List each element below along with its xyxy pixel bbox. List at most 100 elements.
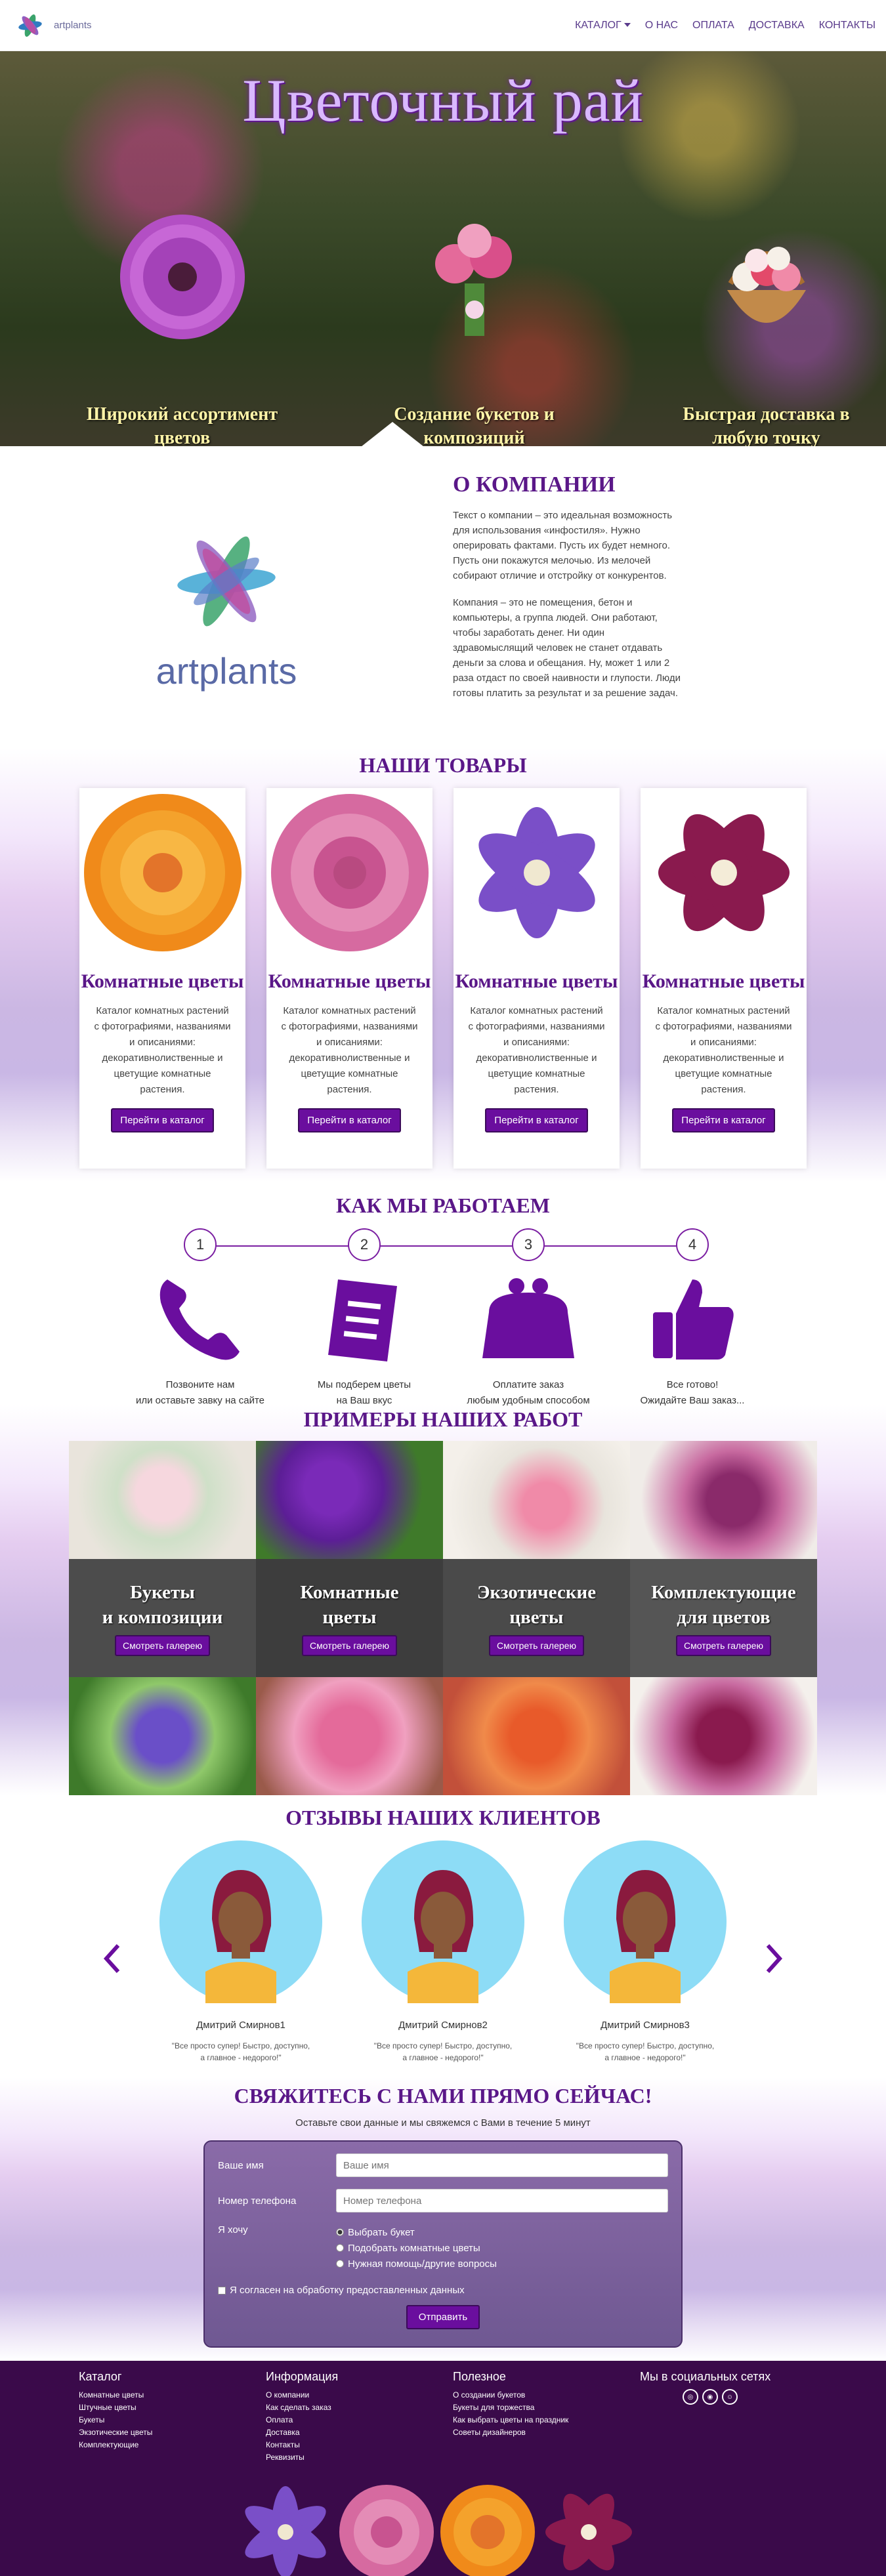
brand-logo[interactable]: artplants [11,7,92,44]
gallery-photo[interactable] [69,1441,256,1559]
footer-link[interactable]: Доставка [266,2426,453,2439]
gallery-photo[interactable] [630,1441,817,1559]
avatar [564,1840,727,2003]
gallery-photo[interactable] [443,1441,630,1559]
gallery-photo[interactable] [256,1677,443,1795]
social-icons: ◎ ◉ ☺ [683,2389,827,2405]
phone-input[interactable] [336,2189,668,2212]
footer-link[interactable]: Советы дизайнеров [453,2426,640,2439]
products-section: НАШИ ТОВАРЫ Комнатные цветы Каталог комн… [0,748,886,1182]
category-line: Комплектующие [651,1582,796,1603]
radio-checked[interactable] [336,2228,344,2236]
step: 1 Позвоните нам или оставьте завку на сай… [121,1228,279,1409]
top-navbar: artplants КАТАЛОГ О НАС ОПЛАТА ДОСТАВКА … [0,0,886,51]
view-gallery-button[interactable]: Смотреть галерею [302,1635,397,1656]
review-quote-line: а главное - недорого!" [604,2053,686,2062]
gallery-category: Комнатные цветы Смотреть галерею [256,1559,443,1677]
menu-contacts[interactable]: КОНТАКТЫ [819,20,875,31]
review-quote-line: а главное - недорого!" [200,2053,282,2062]
product-text: Каталог комнатных растений с фотографиям… [94,1005,231,1095]
footer-link[interactable]: Комнатные цветы [79,2389,266,2401]
radio[interactable] [336,2244,344,2252]
category-line: и композиции [102,1607,223,1628]
step-number: 2 [348,1228,381,1261]
phone-icon [159,1279,240,1360]
hero-title: Цветочный рай [242,67,644,134]
chevron-left-icon[interactable] [98,1939,125,1978]
product-card: Комнатные цветы Каталог комнатных растен… [641,788,807,1169]
gallery-photo[interactable] [443,1677,630,1795]
go-to-catalog-button[interactable]: Перейти в каталог [298,1108,401,1132]
footer-link[interactable]: Букеты [79,2414,266,2426]
footer-link[interactable]: Реквизиты [266,2451,453,2464]
view-gallery-button[interactable]: Смотреть галерею [489,1635,584,1656]
go-to-catalog-button[interactable]: Перейти в каталог [485,1108,588,1132]
footer-link[interactable]: Контакты [266,2439,453,2451]
footer-link[interactable]: Экзотические цветы [79,2426,266,2439]
gallery-photo[interactable] [630,1677,817,1795]
want-row: Я хочу Выбрать букет Подобрать комнатные… [218,2224,668,2272]
option-help[interactable]: Нужная помощь/другие вопросы [336,2256,497,2272]
gallery-photo[interactable] [256,1441,443,1559]
step: 3 Оплатите заказ любым удобным способом [450,1228,607,1409]
product-card: Комнатные цветы Каталог комнатных растен… [266,788,432,1169]
view-gallery-button[interactable]: Смотреть галерею [676,1635,771,1656]
agree-label: Я согласен на обработку предоставленных … [230,2285,465,2296]
step: 4 Все готово! Ожидайте Ваш заказ... [614,1228,771,1409]
footer-link[interactable]: Штучные цветы [79,2401,266,2414]
review-name: Дмитрий Смирнов1 [196,2020,285,2031]
option-label: Нужная помощь/другие вопросы [348,2258,497,2270]
footer-link[interactable]: Как выбрать цветы на праздник [453,2414,640,2426]
menu-catalog[interactable]: КАТАЛОГ [575,20,631,31]
chevron-down-icon [623,23,631,28]
category-line: цветы [509,1607,564,1628]
go-to-catalog-button[interactable]: Перейти в каталог [672,1108,775,1132]
footer-link[interactable]: Комплектующие [79,2439,266,2451]
how-title: КАК МЫ РАБОТАЕМ [336,1194,550,1217]
reviews-carousel: Дмитрий Смирнов1 "Все просто супер! Быст… [0,1840,886,2064]
purple-daisy-image [119,215,245,339]
step-text: Мы подберем цветы на Ваш вкус [285,1377,443,1409]
want-label: Я хочу [218,2224,248,2235]
products-list: Комнатные цветы Каталог комнатных растен… [0,788,886,1169]
gallery-category-title: Комнатные цветы [300,1580,398,1630]
step: 2 Мы подберем цветы на Ваш вкус [285,1228,443,1409]
review-quote-line: "Все просто супер! Быстро, доступно, [373,2041,513,2050]
footer-link[interactable]: Как сделать заказ [266,2401,453,2414]
footer-link[interactable]: Букеты для торжества [453,2401,640,2414]
view-gallery-button[interactable]: Смотреть галерею [115,1635,210,1656]
footer-link[interactable]: О компании [266,2389,453,2401]
purple-clematis-image [245,2486,326,2576]
gallery-section: ПРИМЕРЫ НАШИХ РАБОТ Букеты и композиции С… [0,1405,886,1795]
menu-about[interactable]: О НАС [645,20,678,31]
submit-button[interactable]: Отправить [406,2305,480,2329]
product-text: Каталог комнатных растений с фотографиям… [281,1005,418,1095]
footer-link[interactable]: О создании букетов [453,2389,640,2401]
menu-catalog-label: КАТАЛОГ [575,19,622,31]
name-input[interactable] [336,2153,668,2177]
vk-icon[interactable]: ◉ [702,2389,718,2405]
menu-payment[interactable]: ОПЛАТА [692,20,734,31]
orange-dahlia-image [83,794,242,951]
agree-row[interactable]: Я согласен на обработку предоставленных … [218,2285,668,2296]
product-title: Комнатные цветы [268,970,431,992]
about-paragraph: Компания – это не помещения, бетон и ком… [453,597,681,699]
product-title: Комнатные цветы [81,970,244,992]
chevron-right-icon[interactable] [761,1939,788,1978]
gallery-photo[interactable] [69,1677,256,1795]
thumbs-up-icon [653,1279,734,1360]
footer-link[interactable]: Оплата [266,2414,453,2426]
radio[interactable] [336,2260,344,2268]
hero-feature: Создание букетов и композиций [328,211,620,446]
how-we-work-section: КАК МЫ РАБОТАЕМ 1 Позвоните нам или остав… [0,1182,886,1406]
menu-delivery[interactable]: ДОСТАВКА [749,20,805,31]
pink-aster-image [270,794,429,951]
go-to-catalog-button[interactable]: Перейти в каталог [111,1108,214,1132]
magenta-clematis-image [658,814,790,932]
step-line: Ожидайте Ваш заказ... [640,1395,745,1406]
agree-checkbox[interactable] [218,2286,226,2295]
instagram-icon[interactable]: ◎ [683,2389,698,2405]
option-choose-bouquet[interactable]: Выбрать букет [336,2224,497,2240]
option-house-plants[interactable]: Подобрать комнатные цветы [336,2240,497,2256]
odnoklassniki-icon[interactable]: ☺ [722,2389,738,2405]
